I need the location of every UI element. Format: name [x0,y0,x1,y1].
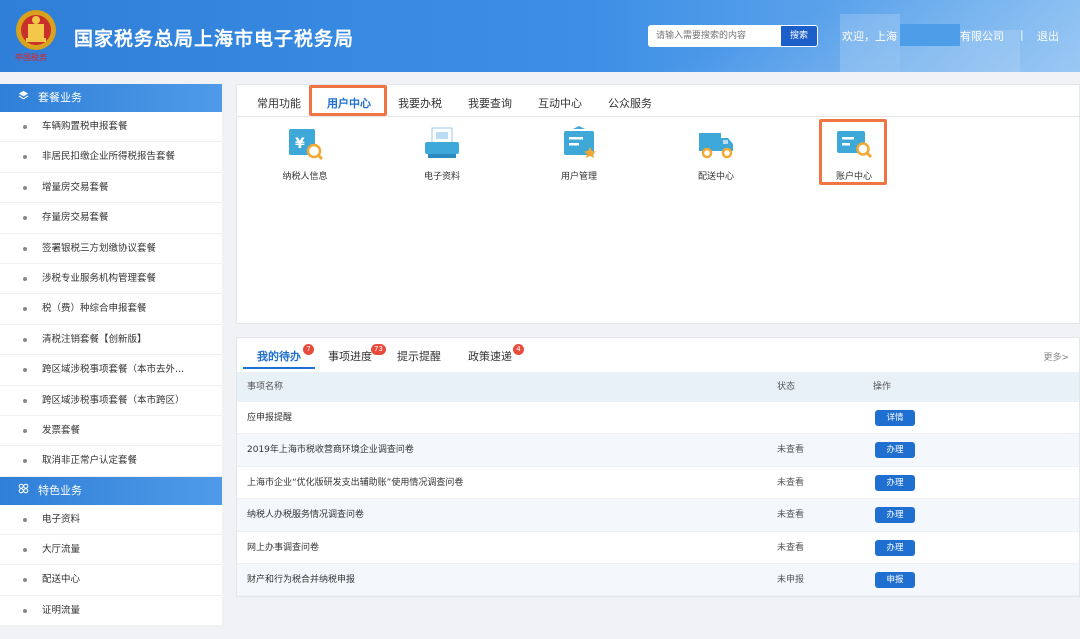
table-row: 纳税人办税服务情况调查问卷 未查看 办理 [237,499,1079,532]
column-header-status: 状态 [777,382,796,392]
tab-query[interactable]: 我要查询 [468,95,512,111]
sidebar-section-packages[interactable]: 套餐业务 [0,84,222,112]
policy-count-badge: 4 [513,344,524,355]
sidebar-item[interactable]: 车辆购置税申报套餐 [0,112,222,143]
tile-label: 配送中心 [697,172,734,182]
handle-button[interactable]: 办理 [875,474,915,491]
top-header: 中国税务 国家税务总局上海市电子税务局 搜索 欢迎，上海 有限公司 | 退出 [0,0,1080,72]
tile-label: 纳税人信息 [282,172,328,182]
sidebar-section-featured[interactable]: 特色业务 [0,476,222,505]
delivery-truck-icon [699,133,733,159]
sidebar-featured-list: 电子资料 大厅流量 配送中心 证明流量 [0,505,222,627]
svg-text:¥: ¥ [295,136,305,152]
tile-label: 用户管理 [560,172,597,182]
sidebar-item[interactable]: 配送中心 [0,565,222,596]
sidebar-item[interactable]: 取消非正常户认定套餐 [0,446,222,477]
tab-reminders[interactable]: 提示提醒 [397,348,441,364]
sidebar-section-title: 特色业务 [38,483,82,497]
detail-button[interactable]: 详情 [875,410,915,426]
highlight-box-tile [819,119,887,185]
todo-panel: 我的待办 7 事项进度 73 提示提醒 政策速递 4 更多> 事项名称 状态 操… [236,337,1080,597]
item-status: 未申报 [777,575,805,585]
redaction-mask [900,24,960,46]
sidebar-item[interactable]: 电子资料 [0,505,222,536]
sidebar-section-title: 套餐业务 [38,91,82,104]
emblem-caption: 中国税务 [15,53,47,62]
electronic-docs-icon [425,127,459,158]
table-header: 事项名称 状态 操作 [237,372,1079,402]
tile-label: 电子资料 [423,172,460,182]
search-button[interactable]: 搜索 [780,25,818,47]
sidebar-item[interactable]: 签署银税三方划缴协议套餐 [0,234,222,264]
sidebar-item[interactable]: 发票套餐 [0,416,222,447]
tile-electronic-docs[interactable]: 电子资料 [397,125,487,182]
logout-link[interactable]: 退出 [1037,28,1059,44]
item-status: 未查看 [777,510,805,521]
taxpayer-info-icon: ¥ [289,129,324,161]
tile-taxpayer-info[interactable]: ¥ 纳税人信息 [260,125,350,182]
tile-user-management[interactable]: 用户管理 [534,125,624,182]
column-header-action: 操作 [873,382,892,392]
item-name: 上海市企业“优化版研发支出辅助账”使用情况调查问卷 [247,477,464,488]
user-management-icon [564,126,596,158]
sidebar-package-list: 车辆购置税申报套餐 非居民扣缴企业所得税报告套餐 增量房交易套餐 存量房交易套餐… [0,112,222,477]
sidebar-item[interactable]: 非居民扣缴企业所得税报告套餐 [0,142,222,173]
app-title: 国家税务总局上海市电子税务局 [74,28,355,50]
item-name: 网上办事调查问卷 [247,542,320,553]
progress-count-badge: 73 [371,344,386,355]
item-name: 纳税人办税服务情况调查问卷 [247,510,365,521]
function-panel: 常用功能 用户中心 我要办税 我要查询 互动中心 公众服务 ¥ 纳税人信息 电子… [236,84,1080,324]
todo-count-badge: 7 [303,344,314,355]
tab-tax-handling[interactable]: 我要办税 [398,95,442,111]
item-name: 应申报提醒 [247,413,293,423]
active-tab-indicator [243,367,315,369]
table-row: 应申报提醒 详情 [237,402,1079,435]
sidebar-item[interactable]: 清税注销套餐【创新版】 [0,325,222,356]
sidebar: 套餐业务 车辆购置税申报套餐 非居民扣缴企业所得税报告套餐 增量房交易套餐 存量… [0,84,222,627]
table-row: 网上办事调查问卷 未查看 办理 [237,532,1079,564]
sidebar-item[interactable]: 证明流量 [0,596,222,627]
tab-progress[interactable]: 事项进度 [328,348,372,364]
sidebar-item[interactable]: 大厅流量 [0,535,222,566]
handle-button[interactable]: 办理 [875,539,915,556]
handle-button[interactable]: 办理 [875,442,915,459]
sidebar-item[interactable]: 跨区域涉税事项套餐（本市跨区） [0,386,222,416]
sidebar-item[interactable]: 税（费）种综合申报套餐 [0,294,222,325]
table-row: 2019年上海市税收营商环境企业调查问卷 未查看 办理 [237,434,1079,467]
search-input[interactable] [648,25,780,47]
tab-public-service[interactable]: 公众服务 [608,95,652,111]
highlight-box-tab [309,85,387,116]
item-name: 2019年上海市税收营商环境企业调查问卷 [247,445,414,456]
company-name: 有限公司 [960,30,1004,43]
tab-common[interactable]: 常用功能 [257,95,301,111]
item-name: 财产和行为税合并纳税申报 [247,575,356,585]
tax-emblem-icon [16,10,56,50]
welcome-text: 欢迎，上海 [842,30,897,43]
handle-button[interactable]: 办理 [875,507,915,524]
more-link[interactable]: 更多> [1043,350,1069,363]
tab-my-todo[interactable]: 我的待办 [257,348,301,364]
declare-button[interactable]: 申报 [875,572,915,588]
grid-icon [16,477,30,505]
tab-policy[interactable]: 政策速递 [468,348,512,364]
tile-delivery-center[interactable]: 配送中心 [671,125,761,182]
item-status: 未查看 [777,542,805,553]
header-separator: | [1020,28,1024,41]
column-header-name: 事项名称 [247,382,284,392]
sidebar-item[interactable]: 增量房交易套餐 [0,173,222,204]
table-row: 上海市企业“优化版研发支出辅助账”使用情况调查问卷 未查看 办理 [237,467,1079,500]
layers-icon [16,84,30,112]
tab-interaction[interactable]: 互动中心 [538,95,582,111]
sidebar-item[interactable]: 涉税专业服务机构管理套餐 [0,264,222,295]
table-row: 财产和行为税合并纳税申报 未申报 申报 [237,564,1079,597]
item-status: 未查看 [777,445,805,456]
item-status: 未查看 [777,477,805,488]
sidebar-item[interactable]: 跨区域涉税事项套餐（本市去外... [0,355,222,386]
sidebar-item[interactable]: 存量房交易套餐 [0,203,222,234]
